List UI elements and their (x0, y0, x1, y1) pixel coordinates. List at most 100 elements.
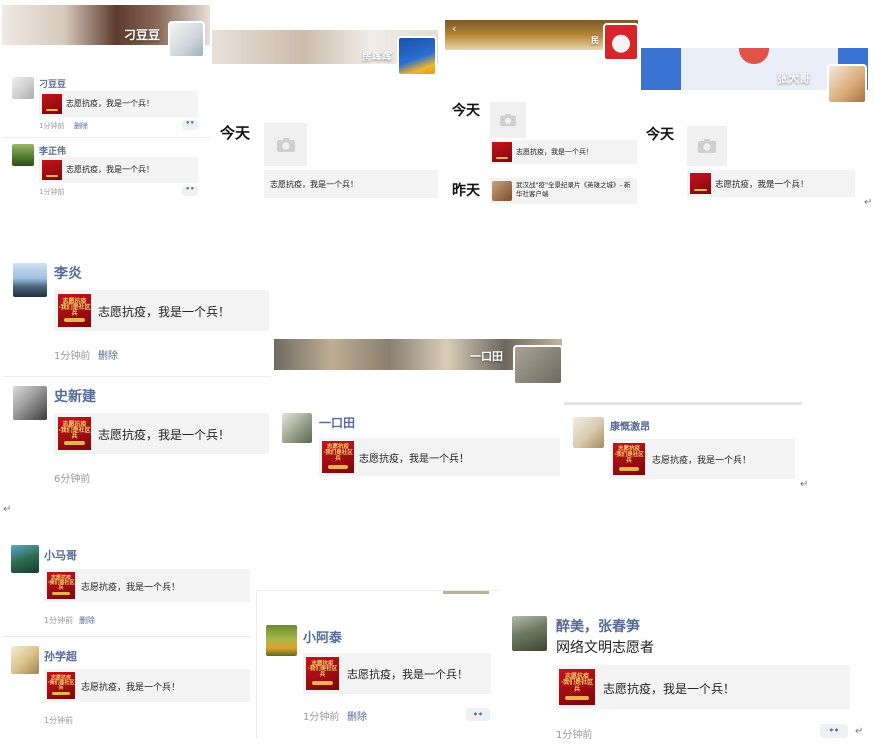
cover-avatar[interactable] (168, 21, 205, 58)
shared-link-card[interactable]: 志愿抗疫，我是一个兵！ (490, 140, 637, 164)
link-thumbnail (42, 160, 62, 180)
divider (2, 137, 210, 138)
avatar[interactable] (11, 646, 39, 674)
post-author-name[interactable]: 小马哥 (44, 547, 77, 563)
avatar[interactable] (512, 616, 547, 651)
paragraph-mark: ↵ (855, 726, 864, 737)
post-author-name[interactable]: 李正伟 (39, 144, 66, 157)
moments-panel-zuimei: 醉美，张春笋 网络文明志愿者 志愿抗疫 ·我们是社区兵 志愿抗疫，我是一个兵！ … (502, 600, 852, 740)
day-label-today: 今天 (452, 103, 480, 119)
shared-link-card[interactable]: 志愿抗疫 ·我们是社区兵 志愿抗疫，我是一个兵！ (556, 665, 850, 709)
avatar[interactable] (266, 625, 297, 656)
link-title: 志愿抗疫，我是一个兵！ (516, 148, 593, 156)
avatar[interactable] (12, 77, 34, 99)
link-thumbnail: 志愿抗疫 ·我们是社区兵 (559, 669, 595, 705)
shared-link-card[interactable]: 志愿抗疫 ·我们是社区兵 志愿抗疫，我是一个兵！ (610, 439, 795, 479)
delete-link[interactable]: 删除 (98, 347, 118, 362)
avatar[interactable] (13, 263, 47, 297)
more-actions-button[interactable]: •• (182, 120, 198, 130)
day-label-today: 今天 (646, 127, 674, 143)
link-thumbnail: 志愿抗疫 ·我们是社区兵 (306, 657, 339, 690)
post-author-name[interactable]: 李炎 (54, 263, 82, 283)
camera-icon (500, 113, 516, 127)
shared-link-card[interactable]: 志愿抗疫，我是一个兵！ (687, 170, 855, 197)
more-actions-button[interactable]: •• (820, 724, 848, 738)
cover-avatar[interactable] (603, 23, 638, 61)
day-label-today: 今天 (220, 124, 251, 142)
moments-panel-fanghuihui: 房晖晖 今天 志愿抗疫，我是一个兵！ (212, 30, 438, 207)
post-time: 1分钟前 (39, 122, 65, 130)
more-actions-button[interactable]: •• (466, 708, 490, 721)
delete-link[interactable]: 删除 (347, 708, 367, 723)
link-title: 志愿抗疫，我是一个兵！ (98, 428, 231, 442)
post-camera-button[interactable] (264, 123, 307, 166)
link-thumbnail (690, 173, 711, 194)
link-thumbnail: 志愿抗疫 ·我们是社区兵 (47, 672, 75, 699)
post-author-name[interactable]: 康慨激昂 (610, 418, 650, 433)
link-title: 志愿抗疫，我是一个兵！ (98, 305, 231, 319)
post-time: 1分钟前 (556, 730, 593, 740)
thumbnail-title: 志愿抗疫 ·我们是社区兵 (47, 574, 75, 592)
avatar[interactable] (12, 144, 34, 166)
more-actions-button[interactable]: •• (182, 186, 198, 196)
link-title: 志愿抗疫，我是一个兵！ (715, 180, 809, 190)
cover-avatar[interactable] (397, 36, 437, 76)
cover-avatar[interactable] (827, 64, 867, 104)
avatar[interactable] (13, 386, 47, 420)
link-thumbnail: 志愿抗疫 ·我们是社区兵 (322, 441, 354, 473)
post-author-name[interactable]: 刁豆豆 (39, 77, 66, 90)
delete-link[interactable]: 删除 (79, 615, 95, 626)
cover-username: 张大哥 (777, 72, 810, 85)
link-thumbnail: 志愿抗疫 ·我们是社区兵 (47, 572, 75, 599)
day-label-yesterday: 昨天 (452, 183, 480, 199)
shared-link-card[interactable]: 志愿抗疫 ·我们是社区兵 志愿抗疫，我是一个兵！ (319, 438, 560, 476)
shared-link-card[interactable]: 志愿抗疫 ·我们是社区兵 志愿抗疫，我是一个兵！ (54, 290, 269, 331)
post-camera-button[interactable] (490, 102, 526, 138)
moments-panel-yikoutian: 一口田 一口田 志愿抗疫 ·我们是社区兵 志愿抗疫，我是一个兵！ (274, 339, 562, 489)
shared-link-card[interactable]: 武汉战"疫"全景纪录片《英雄之城》- 新华社客户端 (490, 178, 637, 204)
post-author-name[interactable]: 醉美，张春笋 (556, 616, 640, 636)
moments-panel-kangkaijiang: 康慨激昂 志愿抗疫 ·我们是社区兵 志愿抗疫，我是一个兵！ (564, 402, 802, 490)
cover-username: 刁豆豆 (124, 28, 161, 42)
post-author-name[interactable]: 一口田 (319, 414, 355, 431)
avatar[interactable] (11, 545, 39, 573)
cover-illustration (641, 48, 681, 90)
post-camera-button[interactable] (687, 126, 727, 166)
link-title: 志愿抗疫，我是一个兵！ (359, 454, 469, 465)
post-author-name[interactable]: 孙学超 (44, 648, 77, 664)
shared-link-card[interactable]: 志愿抗疫，我是一个兵！ (264, 170, 438, 198)
divider (564, 402, 802, 405)
link-title: 志愿抗疫，我是一个兵！ (66, 165, 154, 174)
thumbnail-title: 志愿抗疫 ·我们是社区兵 (47, 674, 75, 692)
thumbnail-title: 志愿抗疫 ·我们是社区兵 (614, 446, 644, 464)
shared-link-card[interactable]: 志愿抗疫 ·我们是社区兵 志愿抗疫，我是一个兵！ (44, 569, 250, 602)
post-author-name[interactable]: 小阿泰 (303, 627, 342, 646)
camera-icon (276, 137, 295, 152)
link-title: 志愿抗疫，我是一个兵！ (66, 99, 154, 108)
thumbnail-title: 志愿抗疫 ·我们是社区兵 (58, 420, 91, 441)
shared-link-card[interactable]: 志愿抗疫 ·我们是社区兵 志愿抗疫，我是一个兵！ (44, 669, 250, 702)
paragraph-mark: ↵ (800, 479, 809, 490)
moments-panel-min: ‹ 民 今天 志愿抗疫，我是一个兵！ 昨天 武汉战"疫"全景纪录片《英雄之城》-… (445, 20, 638, 207)
shared-link-card[interactable]: 志愿抗疫 ·我们是社区兵 志愿抗疫，我是一个兵！ (54, 413, 269, 454)
link-thumbnail: 志愿抗疫 ·我们是社区兵 (613, 443, 645, 475)
post-time: 1分钟前 (44, 616, 74, 625)
post-time: 1分钟前 (54, 351, 91, 362)
camera-icon (698, 139, 716, 153)
thumbnail-title: 志愿抗疫 ·我们是社区兵 (58, 297, 91, 318)
cover-avatar[interactable] (513, 345, 562, 385)
back-icon[interactable]: ‹ (452, 22, 456, 35)
shared-link-card[interactable]: 志愿抗疫，我是一个兵！ (39, 157, 198, 183)
cover-username: 房晖晖 (362, 52, 392, 63)
cover-username: 民 (591, 36, 599, 45)
shared-link-card[interactable]: 志愿抗疫，我是一个兵！ (39, 91, 198, 117)
moments-panel-zhangdage: 张大哥 今天 志愿抗疫，我是一个兵！ (641, 48, 868, 207)
link-thumbnail (492, 142, 512, 162)
avatar[interactable] (573, 417, 604, 448)
avatar[interactable] (282, 413, 312, 443)
post-time: 6分钟前 (54, 474, 91, 485)
post-author-name[interactable]: 史新建 (54, 386, 96, 406)
delete-link[interactable]: 删除 (74, 121, 88, 131)
shared-link-card[interactable]: 志愿抗疫 ·我们是社区兵 志愿抗疫，我是一个兵！ (303, 653, 491, 694)
link-title: 志愿抗疫，我是一个兵！ (270, 180, 358, 189)
